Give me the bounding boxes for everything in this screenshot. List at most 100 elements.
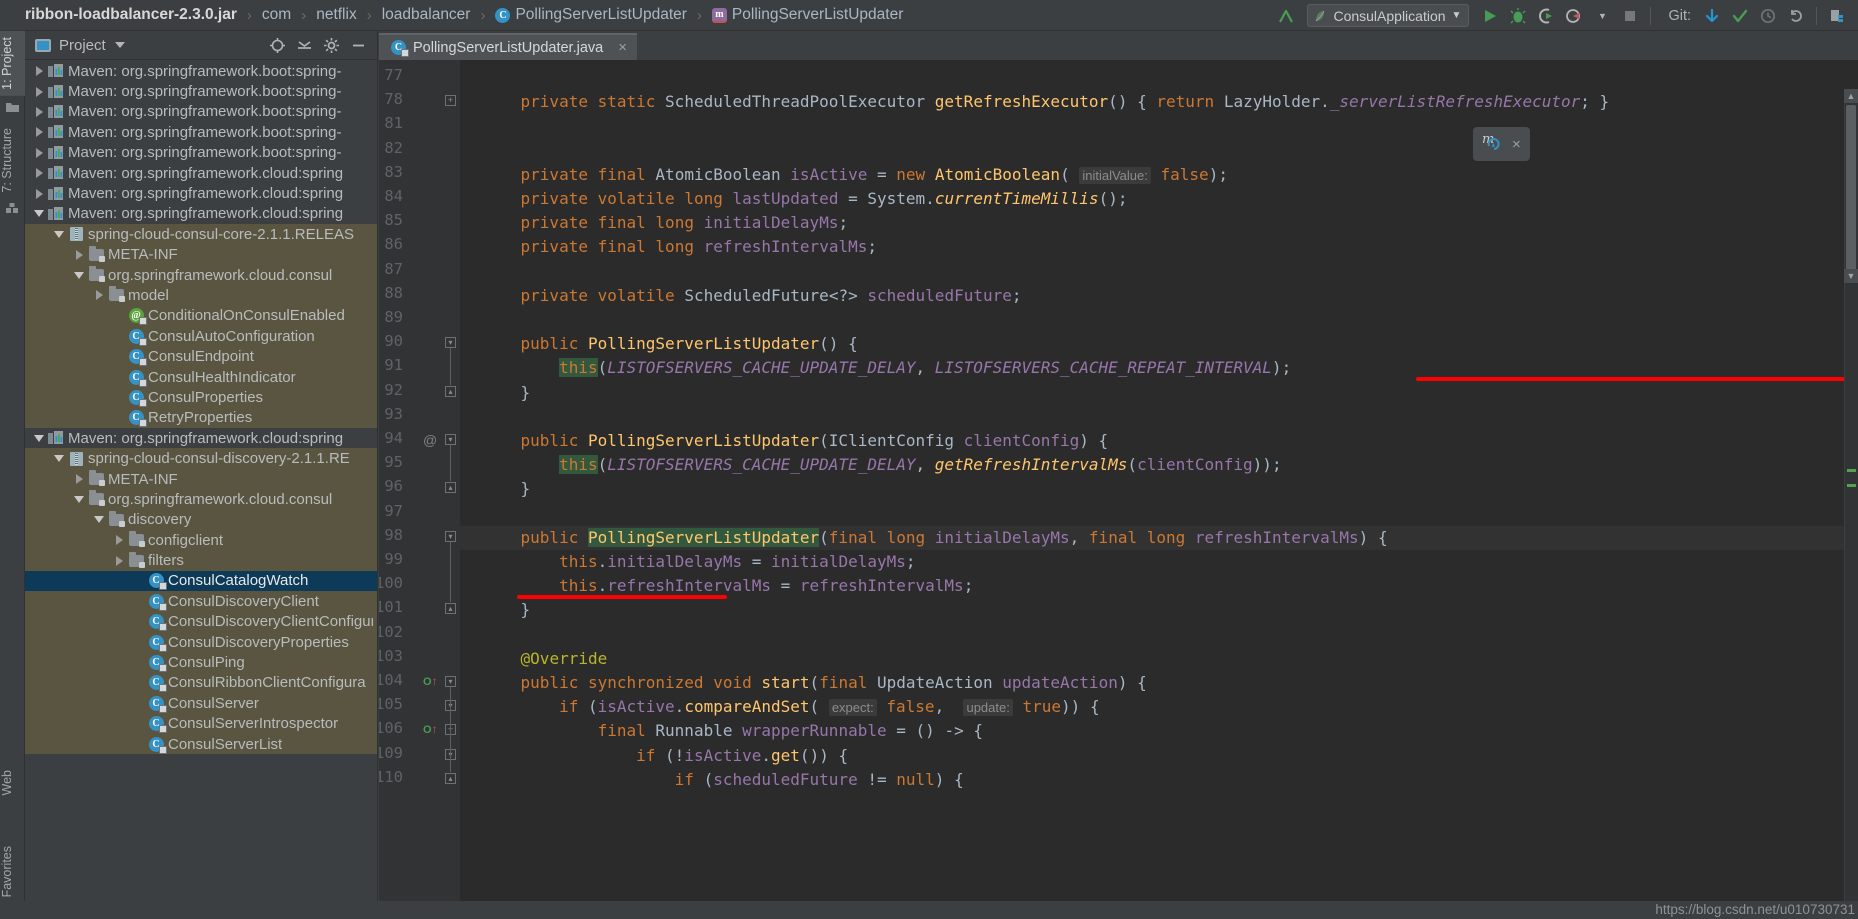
chevron-right-icon[interactable] bbox=[31, 168, 47, 179]
code-fold-toggle[interactable]: ▾ bbox=[445, 337, 456, 349]
tree-row[interactable]: filters bbox=[25, 550, 377, 571]
stripe-mark[interactable] bbox=[1847, 469, 1856, 472]
tree-row[interactable]: Maven: org.springframework.boot:spring- bbox=[25, 102, 377, 122]
line-number[interactable]: 106 bbox=[379, 719, 403, 737]
run-icon[interactable] bbox=[1477, 3, 1503, 29]
chevron-down-icon[interactable]: ▼ bbox=[1452, 10, 1462, 21]
code-line[interactable]: if (!isActive.get()) { bbox=[482, 744, 848, 768]
code-line[interactable]: if (scheduledFuture != null) { bbox=[482, 768, 964, 792]
tree-row[interactable]: C ConsulRibbonClientConfigura bbox=[25, 672, 377, 694]
debug-icon[interactable] bbox=[1505, 3, 1531, 29]
chevron-right-icon[interactable] bbox=[71, 249, 87, 260]
gear-icon[interactable] bbox=[323, 37, 340, 54]
breadcrumb-item[interactable]: C PollingServerListUpdater bbox=[492, 6, 689, 24]
close-icon[interactable]: × bbox=[1512, 136, 1521, 153]
sidebar-item-structure[interactable]: 7: Structure bbox=[0, 122, 25, 199]
code-line[interactable]: } bbox=[482, 477, 531, 501]
tree-row[interactable]: Maven: org.springframework.cloud:spring bbox=[25, 183, 377, 203]
scroll-down-button[interactable]: ▼ bbox=[1844, 269, 1858, 283]
code-fold-toggle[interactable]: ▴ bbox=[445, 385, 456, 397]
line-number[interactable]: 95 bbox=[379, 453, 403, 471]
code-line[interactable]: this.initialDelayMs = initialDelayMs; bbox=[482, 550, 915, 574]
tree-row[interactable]: META-INF bbox=[25, 244, 377, 265]
tree-row[interactable]: C ConsulServerList bbox=[25, 733, 377, 755]
line-number[interactable]: 93 bbox=[379, 405, 403, 423]
chevron-right-icon[interactable] bbox=[31, 188, 47, 199]
code-line[interactable]: @Override bbox=[482, 647, 608, 671]
code-line[interactable]: private volatile ScheduledFuture<?> sche… bbox=[482, 284, 1022, 308]
code-line[interactable]: public PollingServerListUpdater() { bbox=[482, 332, 858, 356]
tree-row[interactable]: @ ConditionalOnConsulEnabled bbox=[25, 305, 377, 327]
code-line[interactable]: public PollingServerListUpdater(final lo… bbox=[482, 526, 1388, 550]
tree-row[interactable]: C ConsulDiscoveryClientConfigura bbox=[25, 611, 377, 632]
sidebar-item-web[interactable]: Web bbox=[0, 764, 25, 801]
project-tree[interactable]: Maven: org.springframework.boot:spring- M… bbox=[25, 61, 377, 919]
git-rollback-icon[interactable] bbox=[1783, 3, 1809, 29]
chevron-right-icon[interactable] bbox=[71, 474, 87, 484]
tree-row[interactable]: Maven: org.springframework.boot:spring- bbox=[25, 122, 377, 142]
git-commit-icon[interactable] bbox=[1727, 3, 1753, 29]
chevron-right-icon[interactable] bbox=[31, 86, 47, 97]
line-number[interactable]: 103 bbox=[379, 647, 403, 665]
code-fold-toggle[interactable]: ▾ bbox=[445, 676, 456, 687]
line-number[interactable]: 89 bbox=[379, 308, 403, 326]
code-line[interactable]: } bbox=[482, 381, 531, 405]
breadcrumb-item[interactable]: m PollingServerListUpdater bbox=[709, 6, 906, 24]
line-number[interactable]: 101 bbox=[379, 598, 403, 616]
hide-icon[interactable] bbox=[350, 37, 367, 54]
line-number[interactable]: 96 bbox=[379, 477, 403, 495]
code-line[interactable]: private volatile long lastUpdated = Syst… bbox=[482, 187, 1128, 211]
maven-reload-widget[interactable]: m × bbox=[1473, 127, 1530, 161]
tree-row[interactable]: configclient bbox=[25, 529, 377, 551]
tree-row[interactable]: org.springframework.cloud.consul bbox=[25, 489, 377, 510]
tree-row[interactable]: Maven: org.springframework.boot:spring- bbox=[25, 61, 377, 81]
code-line[interactable]: this(LISTOFSERVERS_CACHE_UPDATE_DELAY, g… bbox=[482, 453, 1282, 477]
code-line[interactable]: public synchronized void start(final Upd… bbox=[482, 671, 1147, 695]
tree-row[interactable]: org.springframework.cloud.consul bbox=[25, 264, 377, 286]
code-line[interactable]: } bbox=[482, 598, 531, 622]
chevron-down-icon[interactable] bbox=[51, 455, 67, 463]
folder-icon[interactable] bbox=[0, 96, 25, 122]
profile-icon[interactable] bbox=[1561, 3, 1587, 29]
chevron-right-icon[interactable] bbox=[111, 555, 127, 566]
gutter-marker[interactable]: O↑ bbox=[423, 674, 438, 688]
tree-row[interactable]: C ConsulDiscoveryProperties bbox=[25, 631, 377, 653]
chevron-right-icon[interactable] bbox=[91, 290, 107, 301]
code-fold-toggle[interactable]: ▴ bbox=[445, 482, 456, 494]
line-number[interactable]: 84 bbox=[379, 187, 403, 205]
tree-row[interactable]: C ConsulDiscoveryClient bbox=[25, 591, 377, 612]
editor-tab[interactable]: C PollingServerListUpdater.java × bbox=[379, 33, 637, 60]
line-number[interactable]: 86 bbox=[379, 235, 403, 253]
chevron-right-icon[interactable] bbox=[31, 66, 47, 77]
tree-row[interactable]: Maven: org.springframework.boot:spring- bbox=[25, 143, 377, 163]
line-number[interactable]: 88 bbox=[379, 284, 403, 302]
line-number[interactable]: 92 bbox=[379, 381, 403, 399]
breadcrumb-item[interactable]: netflix bbox=[313, 6, 360, 24]
code-fold-toggle[interactable]: ▴ bbox=[445, 603, 456, 615]
tree-row[interactable]: C ConsulServerIntrospector bbox=[25, 713, 377, 734]
code-fold-toggle[interactable]: ▴ bbox=[445, 772, 456, 784]
gutter-marker[interactable]: @ bbox=[423, 432, 437, 448]
code-line[interactable]: private final long initialDelayMs; bbox=[482, 211, 849, 235]
code-line[interactable]: private static ScheduledThreadPoolExecut… bbox=[482, 90, 1610, 114]
tree-row[interactable]: META-INF bbox=[25, 468, 377, 490]
line-number[interactable]: 97 bbox=[379, 502, 403, 520]
line-number[interactable]: 98 bbox=[379, 526, 403, 544]
chevron-right-icon[interactable] bbox=[31, 147, 47, 158]
tree-row[interactable]: C ConsulHealthIndicator bbox=[25, 366, 377, 388]
line-number[interactable]: 83 bbox=[379, 163, 403, 181]
line-number[interactable]: 104 bbox=[379, 671, 403, 689]
chevron-down-icon[interactable] bbox=[91, 516, 107, 524]
line-number[interactable]: 110 bbox=[379, 768, 403, 786]
breadcrumb-item[interactable]: loadbalancer bbox=[379, 6, 474, 24]
tree-row[interactable]: model bbox=[25, 285, 377, 306]
chevron-down-icon[interactable] bbox=[71, 495, 87, 503]
scrollbar-thumb[interactable] bbox=[1846, 105, 1856, 275]
tree-row[interactable]: Maven: org.springframework.cloud:spring bbox=[25, 428, 377, 448]
code-line[interactable]: public PollingServerListUpdater(IClientC… bbox=[482, 429, 1109, 453]
source-code[interactable]: private static ScheduledThreadPoolExecut… bbox=[460, 60, 1858, 919]
maven-reload-icon[interactable]: m bbox=[1482, 132, 1503, 156]
breadcrumb-item[interactable]: ribbon-loadbalancer-2.3.0.jar bbox=[22, 6, 240, 24]
close-icon[interactable]: × bbox=[618, 39, 627, 56]
line-number[interactable]: 77 bbox=[379, 66, 403, 84]
